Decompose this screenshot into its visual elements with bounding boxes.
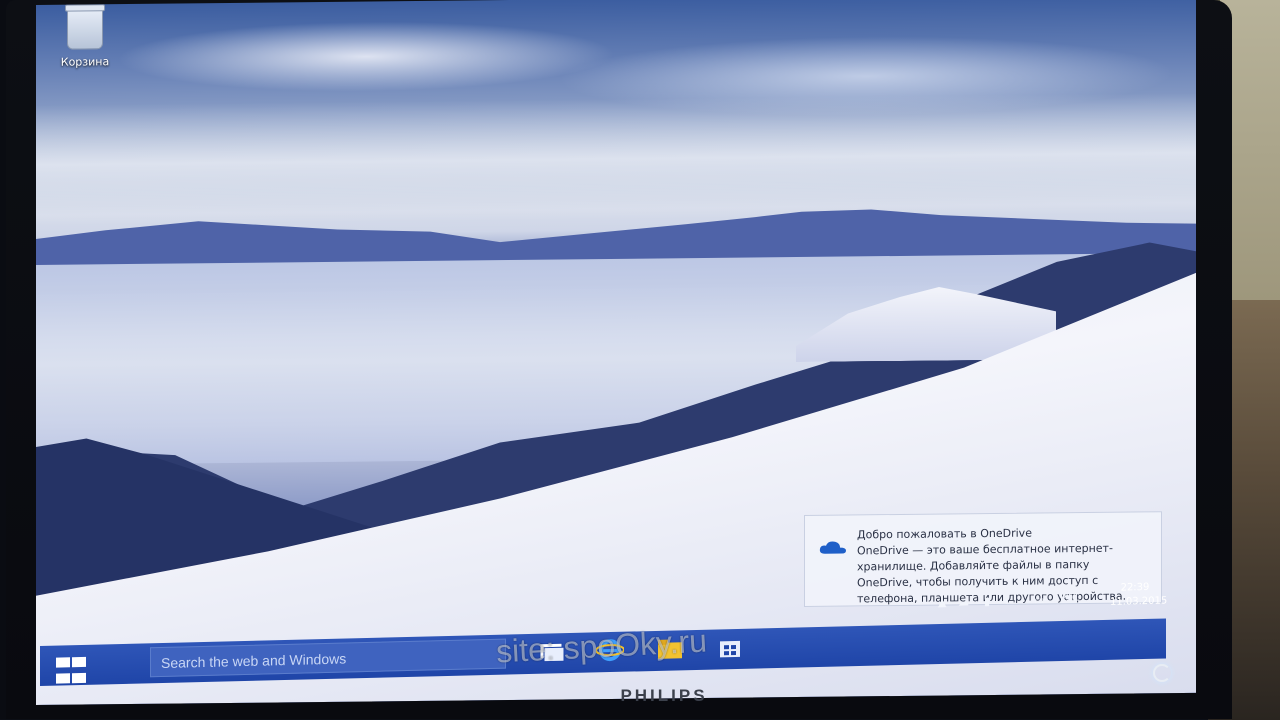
recycle-bin-label: Корзина	[60, 55, 110, 69]
start-button[interactable]	[52, 651, 94, 694]
clock-date: 11.03.2015	[1110, 595, 1168, 608]
show-hidden-icons-chevron-up-icon[interactable]: ▲	[938, 596, 946, 609]
desktop-icon-recycle-bin[interactable]: Корзина	[50, 7, 120, 74]
windows-logo-tile	[56, 673, 70, 684]
recycle-bin-icon	[67, 7, 103, 50]
store-icon[interactable]	[716, 635, 744, 660]
clock-time: 22:39	[1120, 581, 1150, 594]
windows-logo-tile	[72, 656, 86, 668]
onedrive-tray-icon[interactable]: ☁	[958, 595, 969, 608]
clock[interactable]: 22:39 11.03.2015	[1110, 581, 1168, 610]
monitor-bezel: Корзина Добро пожаловать в OneDrive OneD…	[6, 0, 1232, 719]
action-center-icon[interactable]: ▭	[1034, 593, 1044, 606]
cloud	[116, 18, 616, 95]
windows-logo-tile	[72, 672, 86, 684]
language-indicator[interactable]: РУС	[1060, 593, 1079, 604]
volume-icon[interactable]: 🔈︎	[1004, 594, 1011, 608]
windows-logo-tile	[56, 657, 70, 668]
power-indicator-icon	[1153, 664, 1171, 682]
system-tray: ▲ ☁ ▮ 🔈︎ ▭ РУС 22:39 11.03.2015	[930, 581, 1168, 627]
network-signal-icon[interactable]: ▮	[984, 595, 990, 608]
monitor-brand-logo: PHILIPS	[620, 686, 708, 705]
cloud-band	[36, 92, 1196, 225]
onedrive-cloud-icon	[819, 541, 846, 554]
notification-line: OneDrive — это ваше бесплатное интернет-	[857, 541, 1113, 558]
